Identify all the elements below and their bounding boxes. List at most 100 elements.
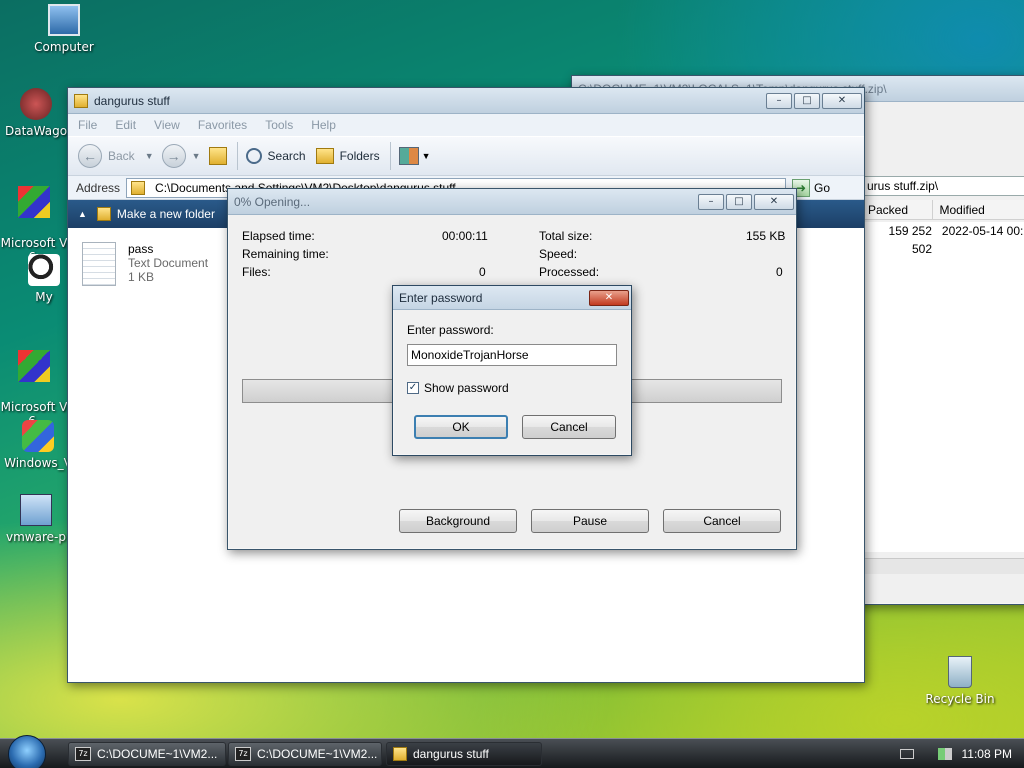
clock[interactable]: 11:08 PM — [962, 747, 1012, 761]
elapsed-time-label: Elapsed time: — [242, 229, 315, 243]
recycle-bin-icon — [948, 656, 972, 688]
new-folder-icon — [96, 207, 111, 221]
password-prompt: Enter password: — [407, 323, 494, 337]
folders-button[interactable]: Folders — [315, 148, 380, 164]
toolbar: ← Back ▼ → ▼ Search Folders ▼ — [68, 136, 864, 176]
enter-password-dialog[interactable]: Enter password ✕ Enter password: Monoxid… — [392, 285, 632, 456]
taskbar-item-label: C:\DOCUME~1\VM2... — [257, 747, 378, 761]
files-label: Files: — [242, 265, 271, 279]
start-button[interactable] — [8, 735, 46, 768]
views-icon[interactable] — [398, 147, 419, 165]
menu-help[interactable]: Help — [311, 118, 336, 132]
make-new-folder-link[interactable]: Make a new folder — [117, 207, 215, 221]
menu-view[interactable]: View — [154, 118, 180, 132]
password-titlebar[interactable]: Enter password ✕ — [393, 286, 631, 310]
toolbar-separator — [389, 142, 391, 170]
taskbar-item-label: dangurus stuff — [413, 747, 489, 761]
menu-file[interactable]: File — [78, 118, 97, 132]
back-button[interactable]: ← Back — [78, 144, 135, 168]
app-icon — [18, 186, 50, 218]
cancel-button[interactable]: Cancel — [663, 509, 781, 533]
taskbar-item-zip-1[interactable]: 7z C:\DOCUME~1\VM2... — [68, 742, 226, 766]
ok-button[interactable]: OK — [414, 415, 508, 439]
menu-edit[interactable]: Edit — [115, 118, 136, 132]
maximize-button[interactable]: □ — [794, 92, 820, 109]
system-tray: 11:08 PM — [884, 739, 1024, 768]
desktop-icon-label: Computer — [34, 40, 94, 54]
maximize-button[interactable]: □ — [726, 193, 752, 210]
desktop-icon-label: DataWago — [4, 124, 68, 138]
files-value: 0 — [479, 265, 486, 279]
back-arrow-icon: ← — [78, 144, 102, 168]
column-packed-size[interactable]: Packed Size — [862, 200, 934, 237]
folder-icon — [74, 93, 88, 108]
computer-icon — [48, 4, 80, 36]
menu-favorites[interactable]: Favorites — [198, 118, 247, 132]
checkbox-check-icon: ✓ — [407, 382, 419, 394]
taskbar-item-label: C:\DOCUME~1\VM2... — [97, 747, 218, 761]
keyboard-icon[interactable] — [899, 749, 914, 759]
menu-tools[interactable]: Tools — [265, 118, 293, 132]
folder-icon — [315, 148, 334, 164]
app-icon — [20, 88, 52, 120]
taskbar-item-explorer[interactable]: dangurus stuff — [386, 742, 542, 766]
table-row[interactable]: 502 — [862, 240, 1024, 258]
search-icon — [245, 148, 262, 164]
7zip-icon: 7z — [75, 747, 91, 761]
zip-address-field[interactable]: urus stuff.zip\ — [862, 176, 1024, 196]
processed-label: Processed: — [539, 265, 600, 279]
toolbar-separator — [236, 142, 238, 170]
go-label: Go — [814, 180, 831, 195]
table-row[interactable]: 159 252 2022-05-14 00:2 — [862, 222, 1024, 240]
explorer-titlebar[interactable]: dangurus stuff – □ ✕ — [68, 88, 864, 114]
taskbar: 7z C:\DOCUME~1\VM2... 7z C:\DOCUME~1\VM2… — [0, 735, 1024, 768]
show-password-label: Show password — [424, 381, 509, 395]
taskbar-item-zip-2[interactable]: 7z C:\DOCUME~1\VM2... — [228, 742, 382, 766]
search-label: Search — [267, 149, 306, 163]
total-size-value: 155 KB — [746, 229, 786, 243]
zip-list: 159 252 2022-05-14 00:2 502 — [862, 222, 1024, 552]
network-icon[interactable] — [937, 748, 952, 760]
file-size: 1 KB — [128, 270, 155, 284]
background-button[interactable]: Background — [399, 509, 517, 533]
minimize-button[interactable]: – — [698, 193, 724, 210]
zip-column-header: Packed Size Modified — [862, 200, 1024, 237]
progress-titlebar[interactable]: 0% Opening... – □ ✕ — [228, 189, 796, 215]
file-type: Text Document — [128, 256, 209, 270]
installer-icon — [20, 494, 52, 526]
close-button[interactable]: ✕ — [822, 92, 862, 109]
desktop-icon-computer[interactable]: Computer — [14, 4, 114, 54]
desktop-icon-label: vmware-p — [6, 530, 66, 544]
cancel-button[interactable]: Cancel — [522, 415, 616, 439]
collapse-icon[interactable]: ▲ — [78, 209, 87, 219]
folders-label: Folders — [339, 149, 380, 163]
close-button[interactable]: ✕ — [589, 289, 629, 306]
chevron-down-icon[interactable]: ▼ — [145, 151, 154, 161]
chevron-down-icon[interactable]: ▼ — [192, 151, 201, 161]
desktop-icon-label: My — [35, 290, 53, 304]
password-field[interactable]: MonoxideTrojanHorse — [407, 344, 617, 366]
windows-icon — [22, 420, 54, 452]
chevron-down-icon[interactable]: ▼ — [422, 151, 431, 161]
close-button[interactable]: ✕ — [754, 193, 794, 210]
menu-bar: File Edit View Favorites Tools Help — [68, 114, 864, 136]
progress-title: 0% Opening... — [234, 194, 311, 209]
pause-button[interactable]: Pause — [531, 509, 649, 533]
desktop-icon-recycle-bin[interactable]: Recycle Bin — [910, 656, 1010, 706]
forward-arrow-icon[interactable]: → — [161, 144, 186, 168]
minimize-button[interactable]: – — [766, 92, 792, 109]
text-document-icon — [82, 242, 116, 286]
explorer-window-title: dangurus stuff — [94, 93, 170, 108]
desktop-icon-label: Windows_V — [4, 456, 72, 470]
file-item-pass[interactable]: pass Text Document 1 KB — [82, 242, 208, 286]
column-modified[interactable]: Modified — [933, 200, 1024, 219]
file-name: pass — [128, 242, 154, 256]
zip-address-text: urus stuff.zip\ — [867, 179, 939, 193]
cow-icon — [28, 254, 60, 286]
zip-horizontal-scrollbar[interactable] — [862, 558, 1024, 574]
7zip-icon: 7z — [235, 747, 251, 761]
go-button[interactable]: ➜ Go — [792, 178, 831, 197]
up-folder-icon[interactable] — [208, 147, 227, 165]
search-button[interactable]: Search — [245, 148, 306, 164]
show-password-checkbox[interactable]: ✓ Show password — [407, 381, 509, 395]
